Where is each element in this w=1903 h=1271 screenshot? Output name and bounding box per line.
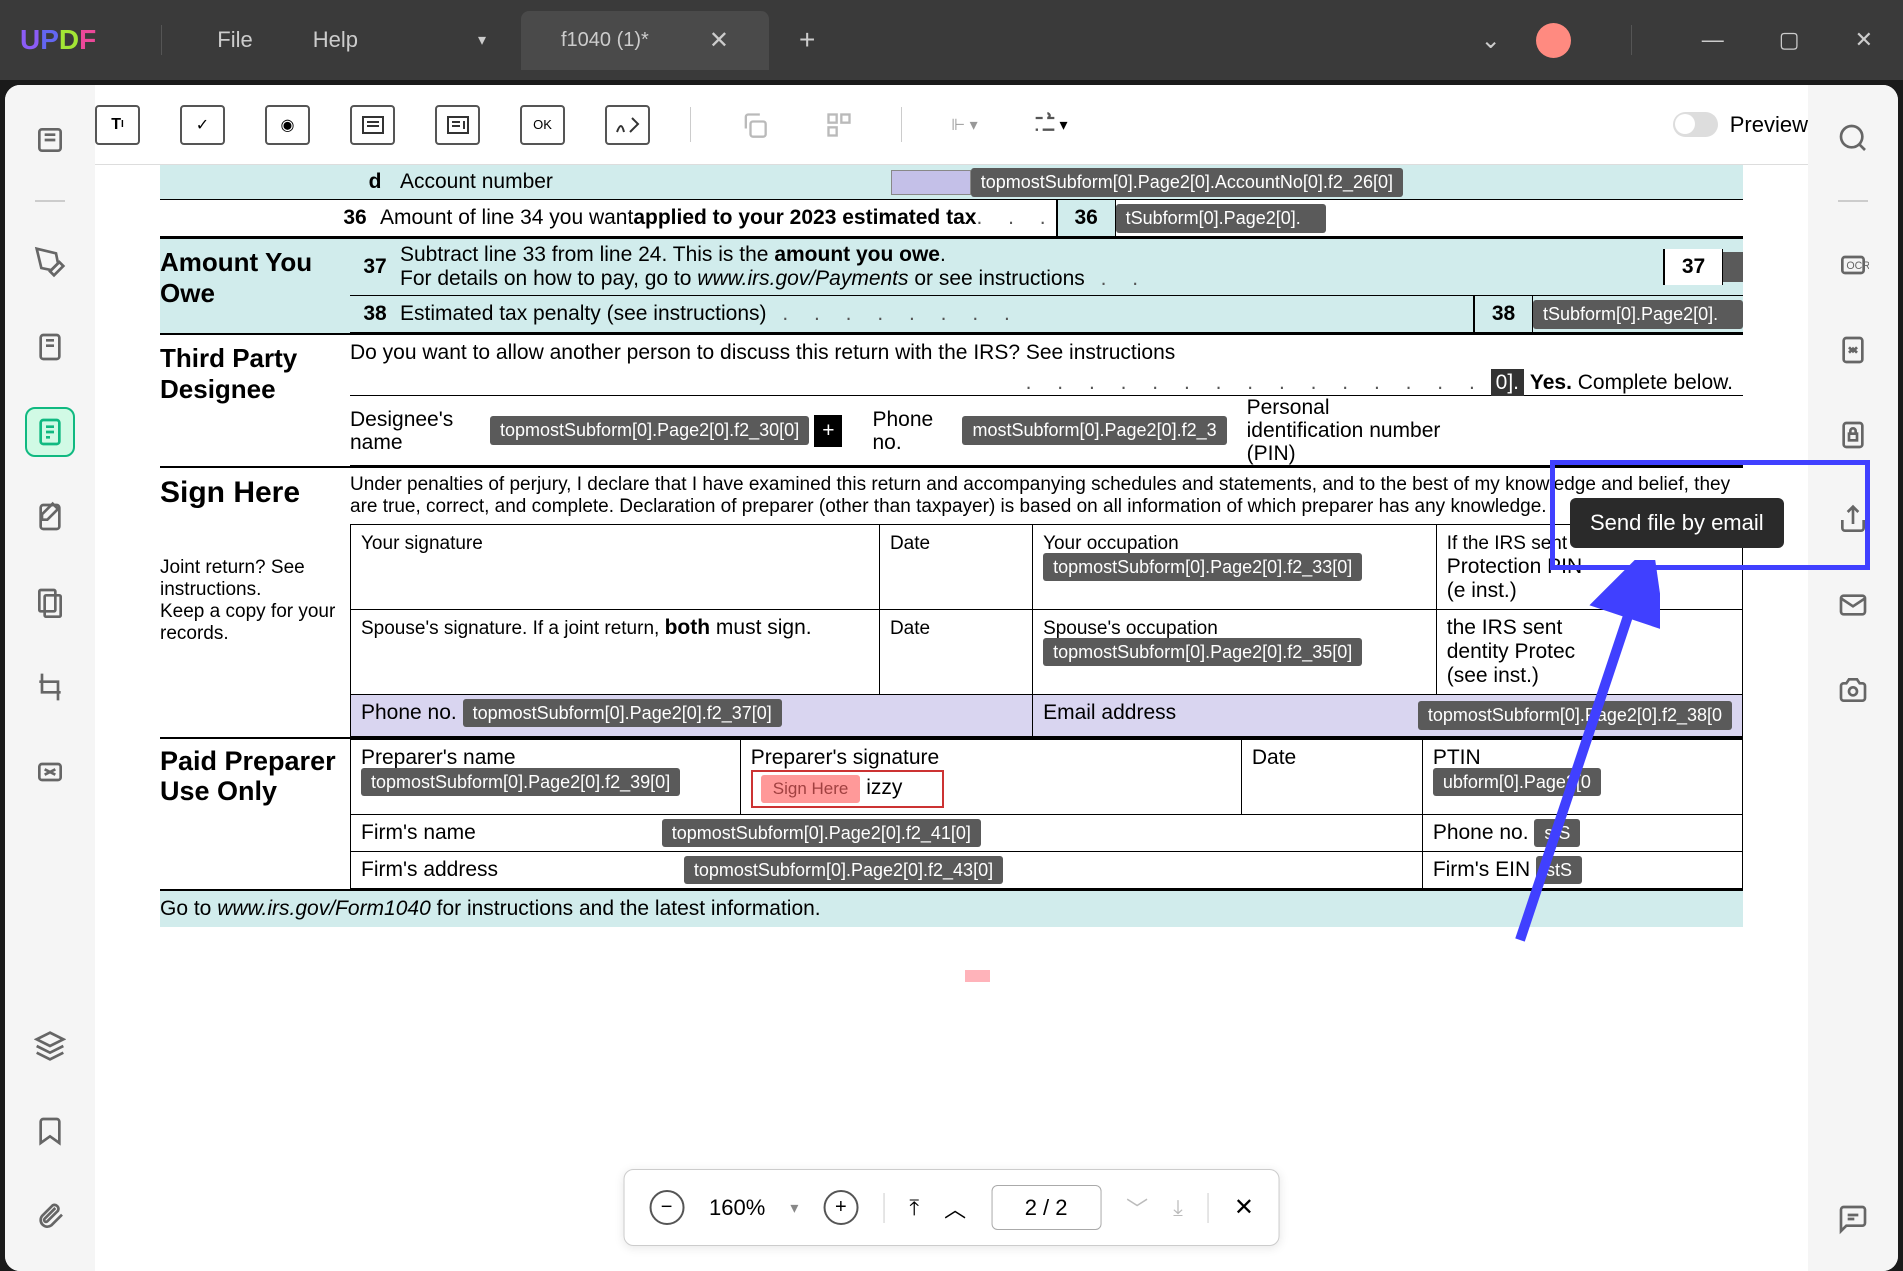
section-sign-here: Sign Here [160,468,350,517]
page-controls: − 160% ▾ + ⤒ ︿ ﹀ ⤓ ✕ [623,1169,1280,1246]
maximize-button[interactable]: ▢ [1769,27,1810,53]
prev-page-button[interactable]: ︿ [944,1192,966,1224]
attachment-icon[interactable] [25,1191,75,1241]
menu-file[interactable]: File [217,27,252,53]
line-label: d [350,170,400,194]
dropdown-tool[interactable] [435,105,480,145]
form-icon[interactable] [25,407,75,457]
email-tooltip: Send file by email [1570,498,1784,548]
titlebar: UPDF File Help ▾ f1040 (1)* ✕ + ⌄ — ▢ ✕ [0,0,1903,80]
layers-icon[interactable] [25,1021,75,1071]
chevron-down-icon[interactable]: ⌄ [1481,26,1501,55]
settings-tool[interactable]: ▾ [1027,105,1072,145]
radio-tool[interactable]: ◉ [265,105,310,145]
edit-icon[interactable] [25,492,75,542]
tab-add-button[interactable]: + [799,24,815,56]
next-page-button[interactable]: ﹀ [1126,1192,1148,1224]
save-icon[interactable] [1831,667,1876,712]
tab-close-icon[interactable]: ✕ [709,26,729,55]
listbox-tool[interactable] [350,105,395,145]
zoom-level[interactable]: 160% [709,1195,765,1221]
svg-text:OCR: OCR [1846,260,1869,272]
last-page-button[interactable]: ⤓ [1173,1195,1183,1221]
checkbox-tool[interactable]: ✓ [180,105,225,145]
align-tool[interactable]: ⊩ ▾ [942,105,987,145]
convert-icon[interactable] [1831,327,1876,372]
minimize-button[interactable]: — [1692,27,1734,53]
form-toolbar: TI ✓ ◉ OK ⊩ ▾ ▾ Preview [95,85,1808,165]
zoom-out-button[interactable]: − [649,1190,684,1225]
sign-here-tag[interactable]: Sign Here [761,775,861,803]
preview-toggle[interactable]: Preview [1673,112,1808,138]
section-third-party: Third Party Designee [160,335,350,466]
first-page-button[interactable]: ⤒ [909,1195,919,1221]
search-icon[interactable] [1831,115,1876,160]
close-button[interactable]: ✕ [1845,27,1883,53]
grid-tool[interactable] [816,105,861,145]
avatar[interactable] [1536,23,1571,58]
arrow-annotation [1510,560,1660,960]
menu-help[interactable]: Help [313,27,358,53]
page-input[interactable] [991,1185,1101,1230]
zoom-dropdown-icon[interactable]: ▾ [790,1198,798,1218]
tab-active[interactable]: f1040 (1)* ✕ [521,11,769,70]
form-field[interactable]: topmostSubform[0].Page2[0].AccountNo[0].… [971,168,1403,197]
tab-title: f1040 (1)* [561,29,649,52]
comment-icon[interactable] [1831,1196,1876,1241]
button-tool[interactable]: OK [520,105,565,145]
redact-icon[interactable] [25,747,75,797]
crop-icon[interactable] [25,662,75,712]
highlighter-icon[interactable] [25,237,75,287]
note-icon[interactable] [25,322,75,372]
zoom-in-button[interactable]: + [823,1190,858,1225]
section-amount-owe: Amount You Owe [160,239,350,333]
ocr-icon[interactable]: OCR [1831,242,1876,287]
tab-dropdown[interactable]: ▾ [458,20,506,60]
logo: UPDF [20,24,96,56]
close-controls-button[interactable]: ✕ [1234,1193,1254,1222]
left-sidebar [5,85,95,1271]
section-paid-preparer: Paid Preparer Use Only [160,739,350,889]
bookmark-icon[interactable] [25,1106,75,1156]
organize-icon[interactable] [25,577,75,627]
textfield-tool[interactable]: TI [95,105,140,145]
protect-icon[interactable] [1831,412,1876,457]
red-marker [965,970,990,982]
reader-icon[interactable] [25,115,75,165]
right-sidebar: OCR [1808,85,1898,1271]
signature-tool[interactable] [605,105,650,145]
copy-tool[interactable] [731,105,776,145]
email-icon[interactable] [1831,582,1876,627]
